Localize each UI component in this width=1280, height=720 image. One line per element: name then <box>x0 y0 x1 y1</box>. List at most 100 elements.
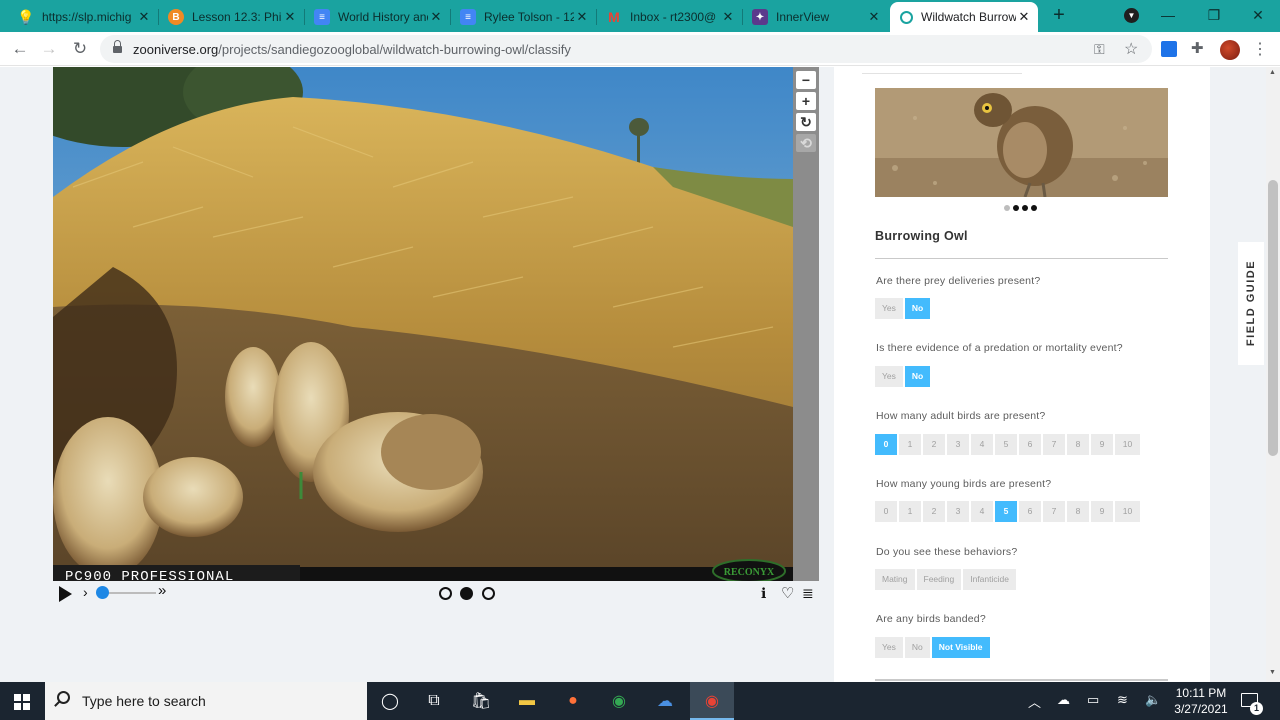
faster-icon[interactable]: » <box>158 582 166 599</box>
address-bar[interactable]: zooniverse.org/projects/sandiegozoogloba… <box>100 35 1152 63</box>
chrome-icon[interactable]: ◉ <box>606 688 632 714</box>
taskbar-clock[interactable]: 10:11 PM 3/27/2021 <box>1170 685 1232 717</box>
pager-dot[interactable] <box>1013 205 1019 211</box>
cortana-icon[interactable]: ◯ <box>377 688 403 714</box>
answer-mating-button[interactable]: Mating <box>875 569 915 590</box>
answer-yes-button[interactable]: Yes <box>875 298 903 319</box>
pager-dot[interactable] <box>1022 205 1028 211</box>
tab-gmail-inbox[interactable]: M Inbox - rt2300@ ✕ <box>596 2 742 32</box>
answer-9-button[interactable]: 9 <box>1091 501 1113 522</box>
answer-6-button[interactable]: 6 <box>1019 434 1041 455</box>
answer-no-button[interactable]: No <box>904 298 931 319</box>
windows-start-icon[interactable] <box>14 694 30 710</box>
tab-slp-michigan[interactable]: 💡 https://slp.michig ✕ <box>8 2 158 32</box>
url-text[interactable]: zooniverse.org/projects/sandiegozoogloba… <box>133 42 571 57</box>
answer-6-button[interactable]: 6 <box>1019 501 1041 522</box>
onedrive-cloud-icon[interactable]: ☁ <box>1057 692 1070 708</box>
reload-button[interactable]: ↻ <box>69 38 91 60</box>
answer-8-button[interactable]: 8 <box>1067 501 1089 522</box>
cloud-download-icon[interactable]: ☁ <box>652 688 678 714</box>
answer-10-button[interactable]: 10 <box>1115 501 1140 522</box>
answer-9-button[interactable]: 9 <box>1091 434 1113 455</box>
close-tab-icon[interactable]: ✕ <box>866 9 882 25</box>
tab-rylee-tolson[interactable]: ≡ Rylee Tolson - 12. ✕ <box>450 2 596 32</box>
answer-0-button[interactable]: 0 <box>875 434 897 455</box>
close-tab-icon[interactable]: ✕ <box>720 9 736 25</box>
answer-yes-button[interactable]: Yes <box>875 637 903 658</box>
zoom-out-button[interactable]: − <box>796 71 816 89</box>
volume-icon[interactable]: 🔈 <box>1145 692 1161 708</box>
minimize-button[interactable]: — <box>1154 4 1182 26</box>
close-tab-icon[interactable]: ✕ <box>282 9 298 25</box>
answer-0-button[interactable]: 0 <box>875 501 897 522</box>
puzzle-extensions-icon[interactable]: ✚ <box>1191 39 1207 57</box>
battery-icon[interactable]: ▭ <box>1087 692 1099 708</box>
tab-lesson-12-3[interactable]: B Lesson 12.3: Philo ✕ <box>158 2 304 32</box>
scrollbar-thumb[interactable] <box>1268 180 1278 456</box>
frame-dot-3[interactable] <box>482 587 495 600</box>
close-tab-icon[interactable]: ✕ <box>574 9 590 25</box>
slower-icon[interactable]: › <box>83 584 88 600</box>
answer-10-button[interactable]: 10 <box>1115 434 1140 455</box>
file-explorer-icon[interactable]: ▬ <box>514 688 540 714</box>
scroll-up-arrow-icon[interactable]: ▲ <box>1269 69 1276 76</box>
answer-4-button[interactable]: 4 <box>971 501 993 522</box>
answer-no-button[interactable]: No <box>904 366 931 387</box>
answer-7-button[interactable]: 7 <box>1043 501 1065 522</box>
close-tab-icon[interactable]: ✕ <box>136 9 152 25</box>
tab-world-history[interactable]: ≡ World History and ✕ <box>304 2 450 32</box>
microsoft-store-icon[interactable]: 🛍 <box>468 688 494 714</box>
frame-dot-1[interactable] <box>439 587 452 600</box>
close-tab-icon[interactable]: ✕ <box>428 9 444 25</box>
answer-infanticide-button[interactable]: Infanticide <box>963 569 1016 590</box>
close-tab-icon[interactable]: ✕ <box>1016 9 1032 25</box>
extension-icon[interactable] <box>1161 41 1177 57</box>
tab-search-icon[interactable]: ▼ <box>1124 8 1139 23</box>
key-icon[interactable]: ⚿ <box>1094 41 1105 58</box>
frame-dot-2[interactable] <box>460 587 473 600</box>
answer-not-visible-button[interactable]: Not Visible <box>931 637 990 658</box>
answer-2-button[interactable]: 2 <box>923 434 945 455</box>
wifi-icon[interactable]: ≋ <box>1117 692 1128 708</box>
reset-view-button[interactable]: ⟲ <box>796 134 816 152</box>
task-view-icon[interactable]: ⧉ <box>421 688 447 714</box>
answer-8-button[interactable]: 8 <box>1067 434 1089 455</box>
tab-wildwatch-active[interactable]: Wildwatch Burrow ✕ <box>890 2 1038 32</box>
new-tab-button[interactable]: + <box>1048 4 1070 28</box>
favorite-heart-icon[interactable]: ♡ <box>781 584 794 602</box>
restore-button[interactable]: ❐ <box>1200 4 1228 26</box>
scroll-down-arrow-icon[interactable]: ▼ <box>1269 669 1276 676</box>
chrome-menu-icon[interactable]: ⋮ <box>1252 39 1268 59</box>
close-window-button[interactable]: ✕ <box>1244 4 1272 26</box>
answer-4-button[interactable]: 4 <box>971 434 993 455</box>
answer-2-button[interactable]: 2 <box>923 501 945 522</box>
answer-1-button[interactable]: 1 <box>899 434 921 455</box>
chrome-profile-icon[interactable]: ◉ <box>699 688 725 714</box>
play-icon[interactable] <box>59 586 72 602</box>
back-button[interactable]: ← <box>9 38 31 60</box>
rotate-button[interactable]: ↻ <box>796 113 816 131</box>
zoom-in-button[interactable]: + <box>796 92 816 110</box>
firefox-icon[interactable]: ● <box>560 688 586 714</box>
answer-3-button[interactable]: 3 <box>947 434 969 455</box>
answer-no-button[interactable]: No <box>904 637 930 658</box>
field-guide-tab[interactable]: FIELD GUIDE <box>1238 242 1264 365</box>
answer-feeding-button[interactable]: Feeding <box>916 569 962 590</box>
bookmark-star-icon[interactable]: ☆ <box>1124 39 1138 59</box>
answer-5-button[interactable]: 5 <box>995 501 1017 522</box>
tab-innerview[interactable]: ✦ InnerView ✕ <box>742 2 888 32</box>
forward-button[interactable]: → <box>38 38 60 60</box>
subject-image[interactable]: PC900 PROFESSIONAL RECONYX <box>53 67 793 581</box>
answer-yes-button[interactable]: Yes <box>875 366 903 387</box>
collections-list-icon[interactable]: ≣ <box>802 585 814 602</box>
lock-icon[interactable] <box>113 40 122 54</box>
answer-7-button[interactable]: 7 <box>1043 434 1065 455</box>
pager-dot[interactable] <box>1031 205 1037 211</box>
species-example-image[interactable] <box>875 88 1168 197</box>
profile-avatar[interactable] <box>1220 40 1240 60</box>
answer-5-button[interactable]: 5 <box>995 434 1017 455</box>
page-scrollbar[interactable]: ▲ ▼ <box>1266 67 1280 682</box>
show-hidden-icons-icon[interactable]: ︿ <box>1028 692 1041 711</box>
answer-3-button[interactable]: 3 <box>947 501 969 522</box>
info-icon[interactable]: ℹ <box>761 585 766 602</box>
